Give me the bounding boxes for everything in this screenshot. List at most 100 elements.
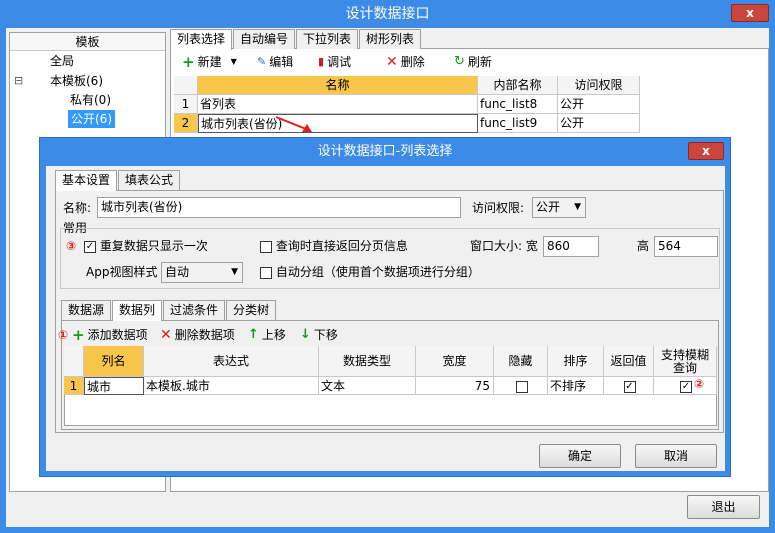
collapse-icon[interactable]: ⊟ <box>14 72 23 90</box>
app-view-value: 自动 <box>165 265 190 279</box>
cell-hidden[interactable] <box>494 377 548 395</box>
dedupe-option[interactable]: ✓ 重复数据只显示一次 <box>84 238 208 254</box>
access-value: 公开 <box>536 200 561 214</box>
col-header-hidden[interactable]: 隐藏 <box>494 346 548 377</box>
col-header-fuzzy[interactable]: 支持模糊查询 <box>654 346 717 377</box>
debug-icon: ▮ <box>318 55 325 68</box>
auto-group-checkbox[interactable] <box>260 266 272 279</box>
edit-button[interactable]: ✎ 编辑 <box>257 53 293 71</box>
cell-internal[interactable]: func_list8 <box>478 95 558 114</box>
add-item-button[interactable]: + 添加数据项 <box>72 326 148 344</box>
debug-button[interactable]: ▮ 调试 <box>318 53 351 71</box>
dedupe-label: 重复数据只显示一次 <box>99 239 208 253</box>
delete-label: 删除 <box>400 55 425 69</box>
plus-icon: + <box>182 53 195 71</box>
tab-fill-formula[interactable]: 填表公式 <box>118 170 181 190</box>
exit-button[interactable]: 退出 <box>687 495 760 519</box>
main-tabs: 列表选择 自动编号 下拉列表 树形列表 <box>170 29 422 50</box>
arrow-down-icon: ↓ <box>300 327 311 342</box>
new-button[interactable]: + 新建 ▼ <box>182 53 237 71</box>
debug-label: 调试 <box>327 55 352 69</box>
cell-col-name[interactable]: 城市 <box>84 377 144 395</box>
edit-label: 编辑 <box>269 55 294 69</box>
row-num: 1 <box>174 95 198 114</box>
delete-icon: ✕ <box>160 327 172 343</box>
chevron-down-icon: ▼ <box>574 202 581 212</box>
tab-data-columns[interactable]: 数据列 <box>112 300 163 321</box>
add-item-label: 添加数据项 <box>87 328 148 342</box>
col-header-access[interactable]: 访问权限 <box>558 76 640 95</box>
tab-tree-list[interactable]: 树形列表 <box>359 29 422 49</box>
cell-width[interactable]: 75 <box>416 377 494 395</box>
move-down-label: 下移 <box>313 328 338 342</box>
remove-item-button[interactable]: ✕ 删除数据项 <box>160 326 235 344</box>
new-label: 新建 <box>197 55 222 69</box>
window-height-label: 高 <box>637 239 650 253</box>
refresh-button[interactable]: ↻ 刷新 <box>454 53 492 71</box>
tree-item-global[interactable]: 全局 <box>50 52 74 70</box>
col-header-expression[interactable]: 表达式 <box>144 346 319 377</box>
tab-basic-settings[interactable]: 基本设置 <box>55 170 118 191</box>
hidden-checkbox[interactable] <box>515 380 528 393</box>
tab-category-tree[interactable]: 分类树 <box>226 300 277 320</box>
tree-item-this-template[interactable]: 本模板(6) <box>50 72 103 90</box>
dedupe-checkbox[interactable]: ✓ <box>84 240 96 253</box>
tree-item-public[interactable]: 公开(6) <box>68 110 115 128</box>
delete-icon: ✕ <box>386 54 398 70</box>
tab-auto-number[interactable]: 自动编号 <box>233 29 296 49</box>
grid-corner <box>64 346 84 377</box>
move-down-button[interactable]: ↓ 下移 <box>300 326 338 344</box>
cancel-button[interactable]: 取消 <box>635 444 717 468</box>
fuzzy-checkbox[interactable]: ✓ <box>680 380 692 393</box>
tab-list-select[interactable]: 列表选择 <box>170 29 233 50</box>
template-panel-header: 模板 <box>10 33 165 51</box>
auto-group-option[interactable]: 自动分组（使用首个数据项进行分组） <box>260 264 480 280</box>
row-num: 1 <box>64 377 84 395</box>
return-checkbox[interactable]: ✓ <box>623 380 636 393</box>
delete-button[interactable]: ✕ 删除 <box>386 53 425 71</box>
col-header-sort[interactable]: 排序 <box>548 346 604 377</box>
cell-name[interactable]: 省列表 <box>198 95 478 114</box>
col-header-name[interactable]: 名称 <box>198 76 478 95</box>
cell-access[interactable]: 公开 <box>558 95 640 114</box>
window-width-input[interactable]: 860 <box>543 236 599 257</box>
main-close-button[interactable]: x <box>731 4 769 22</box>
marker-2: ② <box>694 377 705 391</box>
ok-button[interactable]: 确定 <box>539 444 621 468</box>
move-up-label: 上移 <box>261 328 286 342</box>
cell-internal[interactable]: func_list9 <box>478 114 558 133</box>
remove-item-label: 删除数据项 <box>174 328 235 342</box>
cell-data-type[interactable]: 文本 <box>319 377 416 395</box>
access-select[interactable]: 公开 ▼ <box>532 197 586 218</box>
app-view-select[interactable]: 自动 ▼ <box>161 262 243 283</box>
page-info-checkbox[interactable] <box>260 240 272 253</box>
window-width-label: 窗口大小: 宽 <box>470 239 538 253</box>
col-header-width[interactable]: 宽度 <box>416 346 494 377</box>
annotation-arrow <box>275 116 312 132</box>
cell-sort[interactable]: 不排序 <box>548 377 604 395</box>
cell-name[interactable]: 城市列表(省份) <box>198 114 478 133</box>
cell-expression[interactable]: 本模板.城市 <box>144 377 319 395</box>
col-header-internal[interactable]: 内部名称 <box>478 76 558 95</box>
cell-access[interactable]: 公开 <box>558 114 640 133</box>
name-input[interactable]: 城市列表(省份) <box>97 197 461 218</box>
cell-return[interactable]: ✓ <box>604 377 654 395</box>
tree-item-private[interactable]: 私有(0) <box>70 91 111 109</box>
name-label: 名称: <box>63 201 92 215</box>
col-header-data-type[interactable]: 数据类型 <box>319 346 416 377</box>
plus-icon: + <box>72 326 85 344</box>
marker-3: ③ <box>66 239 77 253</box>
page-info-option[interactable]: 查询时直接返回分页信息 <box>260 238 408 254</box>
col-header-return[interactable]: 返回值 <box>604 346 654 377</box>
tab-filter[interactable]: 过滤条件 <box>163 300 226 320</box>
auto-group-label: 自动分组（使用首个数据项进行分组） <box>275 265 480 279</box>
cell-fuzzy[interactable]: ✓ <box>654 377 717 395</box>
col-header-col-name[interactable]: 列名 <box>84 346 144 377</box>
access-label: 访问权限: <box>472 201 525 215</box>
window-height-input[interactable]: 564 <box>654 236 718 257</box>
move-up-button[interactable]: ↑ 上移 <box>248 326 286 344</box>
tab-dropdown-list[interactable]: 下拉列表 <box>296 29 359 49</box>
row-num: 2 <box>174 114 198 133</box>
tab-data-source[interactable]: 数据源 <box>61 300 112 320</box>
dialog-close-button[interactable]: x <box>688 142 724 160</box>
